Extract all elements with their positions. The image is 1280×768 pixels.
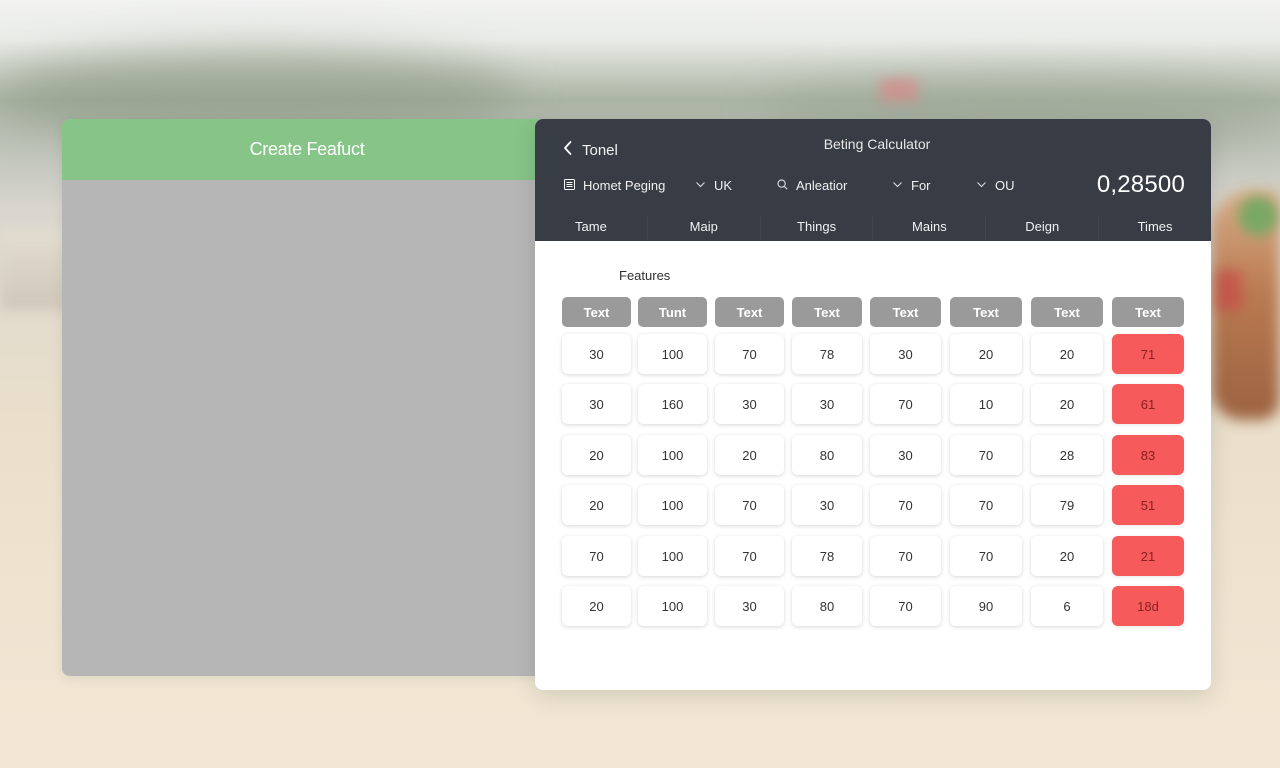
highlight-cell[interactable]: 51 <box>1112 485 1184 525</box>
value-cell[interactable]: 78 <box>792 536 862 576</box>
highlight-cell[interactable]: 21 <box>1112 536 1184 576</box>
calculator-title-row: Tonel Beting Calculator <box>535 119 1211 171</box>
value-cell[interactable]: 30 <box>715 586 784 626</box>
tab-deign[interactable]: Deign <box>986 215 1100 241</box>
column-header[interactable]: Tunt <box>638 297 707 327</box>
highlight-cell[interactable]: 18d <box>1112 586 1184 626</box>
column-header[interactable]: Text <box>1031 297 1103 327</box>
calculator-title: Beting Calculator <box>823 136 931 152</box>
value-cell[interactable]: 70 <box>870 384 941 424</box>
background-jockey-silks <box>1216 270 1242 310</box>
tab-maip[interactable]: Maip <box>648 215 761 241</box>
column-header[interactable]: Text <box>1112 297 1184 327</box>
value-cell[interactable]: 70 <box>870 536 941 576</box>
value-cell[interactable]: 70 <box>950 536 1022 576</box>
value-cell[interactable]: 30 <box>562 334 631 374</box>
value-cell[interactable]: 100 <box>638 435 707 475</box>
create-panel-header: Create Feafuct <box>62 119 552 180</box>
value-cell[interactable]: 100 <box>638 586 707 626</box>
filter-search[interactable]: Anleatior <box>777 178 847 193</box>
value-cell[interactable]: 90 <box>950 586 1022 626</box>
create-panel-body <box>62 180 552 676</box>
value-cell[interactable]: 160 <box>638 384 707 424</box>
value-cell[interactable]: 70 <box>950 435 1022 475</box>
calculator-header: Tonel Beting Calculator Homet Peging UK <box>535 119 1211 241</box>
value-cell[interactable]: 79 <box>1031 485 1103 525</box>
column-header[interactable]: Text <box>792 297 862 327</box>
value-cell[interactable]: 20 <box>562 586 631 626</box>
filter-label: UK <box>714 178 733 193</box>
chevron-down-icon <box>976 178 987 193</box>
search-icon <box>777 178 788 193</box>
filter-uk-dropdown[interactable]: UK <box>695 178 732 193</box>
value-cell[interactable]: 100 <box>638 334 707 374</box>
create-panel: Create Feafuct <box>62 119 552 676</box>
column-header[interactable]: Text <box>715 297 784 327</box>
value-cell[interactable]: 30 <box>562 384 631 424</box>
value-cell[interactable]: 6 <box>1031 586 1103 626</box>
value-cell[interactable]: 30 <box>715 384 784 424</box>
value-cell[interactable]: 78 <box>792 334 862 374</box>
value-cell[interactable]: 70 <box>715 485 784 525</box>
filter-ou-dropdown[interactable]: OU <box>976 178 1015 193</box>
filter-label: Homet Peging <box>583 178 666 193</box>
value-cell[interactable]: 30 <box>870 435 941 475</box>
list-icon <box>564 178 575 193</box>
value-cell[interactable]: 100 <box>638 536 707 576</box>
value-cell[interactable]: 30 <box>870 334 941 374</box>
highlight-cell[interactable]: 61 <box>1112 384 1184 424</box>
filter-label: Anleatior <box>796 178 848 193</box>
column-header[interactable]: Text <box>870 297 941 327</box>
create-panel-title: Create Feafuct <box>249 139 365 159</box>
value-cell[interactable]: 10 <box>950 384 1022 424</box>
highlight-cell[interactable]: 71 <box>1112 334 1184 374</box>
value-cell[interactable]: 70 <box>870 485 941 525</box>
value-cell[interactable]: 30 <box>792 485 862 525</box>
chevron-down-icon <box>892 178 903 193</box>
tab-mains[interactable]: Mains <box>873 215 987 241</box>
features-section: Features Text Tunt Text Text Text Text Text Tex… <box>535 241 1211 690</box>
value-cell[interactable]: 20 <box>715 435 784 475</box>
value-cell[interactable]: 20 <box>1031 334 1103 374</box>
value-cell[interactable]: 70 <box>870 586 941 626</box>
background-flag <box>880 78 918 102</box>
tab-tame[interactable]: Tame <box>535 215 648 241</box>
value-cell[interactable]: 70 <box>715 334 784 374</box>
value-cell[interactable]: 20 <box>562 435 631 475</box>
background-jockey <box>1238 196 1278 236</box>
value-cell[interactable]: 70 <box>562 536 631 576</box>
features-grid: Text Tunt Text Text Text Text Text Text 30 100 70 7… <box>535 241 1211 690</box>
value-cell[interactable]: 28 <box>1031 435 1103 475</box>
value-cell[interactable]: 20 <box>1031 536 1103 576</box>
tab-things[interactable]: Things <box>761 215 874 241</box>
value-cell[interactable]: 20 <box>950 334 1022 374</box>
column-header[interactable]: Text <box>950 297 1022 327</box>
filter-homet-peging[interactable]: Homet Peging <box>564 178 665 193</box>
odds-value: 0,28500 <box>1096 171 1185 198</box>
highlight-cell[interactable]: 83 <box>1112 435 1184 475</box>
value-cell[interactable]: 20 <box>562 485 631 525</box>
filter-for-dropdown[interactable]: For <box>892 178 931 193</box>
value-cell[interactable]: 70 <box>715 536 784 576</box>
tab-bar: Tame Maip Things Mains Deign Times <box>535 215 1211 241</box>
betting-calculator-panel: Tonel Beting Calculator Homet Peging UK <box>535 119 1211 690</box>
value-cell[interactable]: 20 <box>1031 384 1103 424</box>
column-header[interactable]: Text <box>562 297 631 327</box>
value-cell[interactable]: 100 <box>638 485 707 525</box>
filter-label: OU <box>995 178 1015 193</box>
chevron-down-icon <box>695 178 706 193</box>
value-cell[interactable]: 80 <box>792 435 862 475</box>
filter-label: For <box>911 178 931 193</box>
value-cell[interactable]: 30 <box>792 384 862 424</box>
value-cell[interactable]: 80 <box>792 586 862 626</box>
value-cell[interactable]: 70 <box>950 485 1022 525</box>
tab-times[interactable]: Times <box>1099 215 1211 241</box>
background-fence <box>0 230 70 310</box>
